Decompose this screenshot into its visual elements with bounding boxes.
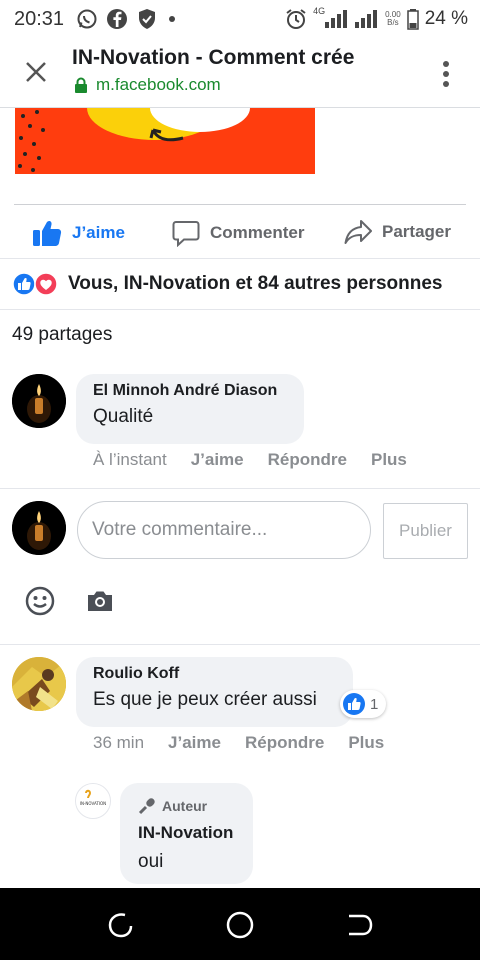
in-novation-logo-text: IN-NOVATION: [80, 801, 106, 806]
status-time: 20:31: [14, 7, 65, 30]
divider: [0, 488, 480, 489]
share-button[interactable]: Partager: [344, 219, 451, 245]
reaction-count: 1: [370, 695, 379, 713]
composer-avatar: [12, 501, 66, 555]
author-badge: Auteur: [138, 797, 235, 815]
divider: [0, 644, 480, 645]
shares-count[interactable]: 49 partages: [12, 324, 112, 346]
comment-icon: [172, 221, 200, 247]
post-image[interactable]: [15, 108, 315, 174]
more-vert-icon[interactable]: [442, 60, 450, 88]
battery-percentage: 24 %: [424, 8, 468, 29]
comment-button[interactable]: Commenter: [172, 219, 304, 247]
url-bar[interactable]: m.facebook.com: [74, 75, 221, 95]
comment-reaction-count[interactable]: 1: [340, 690, 387, 718]
home-icon[interactable]: [225, 910, 255, 940]
comment-reply-button[interactable]: Répondre: [245, 733, 324, 753]
emoji-icon[interactable]: [25, 586, 55, 616]
reply-text: oui: [138, 851, 164, 872]
author-badge-label: Auteur: [162, 798, 208, 814]
avatar[interactable]: [12, 657, 66, 711]
reply-bubble: Auteur IN-Novation oui: [120, 783, 253, 884]
signal-strength-icon: [325, 10, 348, 28]
candle-avatar-image: [12, 374, 66, 428]
comment-time[interactable]: À l’instant: [93, 450, 167, 470]
comment-bubble: El Minnoh André Diason Qualité: [76, 374, 304, 444]
comment-text: Es que je peux créer aussi: [93, 689, 317, 710]
dot-icon: [169, 16, 176, 22]
comment-more-button[interactable]: Plus: [348, 733, 384, 753]
like-button[interactable]: J’aime: [32, 219, 125, 247]
like-label: J’aime: [72, 223, 125, 242]
navigation-bar: [0, 888, 480, 960]
post-action-bar: J’aime Commenter Partager: [14, 204, 466, 258]
like-reaction-icon: [343, 693, 365, 715]
candle-avatar-image: [12, 501, 66, 555]
share-label: Partager: [382, 222, 451, 241]
network-type: 4G: [313, 6, 348, 30]
close-icon[interactable]: [22, 58, 50, 86]
signal-strength-icon-2: [355, 10, 378, 28]
status-bar: 20:31 4G 0.00 B/s 24 %: [0, 0, 480, 38]
back-icon[interactable]: [345, 910, 375, 940]
recent-apps-icon[interactable]: [105, 910, 135, 940]
comment-author[interactable]: El Minnoh André Diason: [93, 382, 287, 400]
lock-icon: [75, 77, 87, 93]
shield-check-icon: [139, 9, 156, 29]
url-text: m.facebook.com: [96, 75, 221, 94]
data-rate-unit: B/s: [387, 18, 399, 27]
camera-icon[interactable]: [85, 586, 115, 616]
reply-author[interactable]: IN-Novation: [138, 823, 235, 843]
comment-author[interactable]: Roulio Koff: [93, 665, 336, 683]
comment-more-button[interactable]: Plus: [371, 450, 407, 470]
alarm-icon: [286, 9, 306, 29]
comment-label: Commenter: [210, 223, 305, 242]
comment-text: Qualité: [93, 406, 154, 427]
data-rate: 0.00 B/s: [385, 11, 401, 27]
avatar[interactable]: [12, 374, 66, 428]
comment-like-button[interactable]: J’aime: [191, 450, 244, 470]
comment-meta: 36 min J’aime Répondre Plus: [93, 733, 384, 753]
share-icon: [344, 220, 372, 244]
comment-meta: À l’instant J’aime Répondre Plus: [93, 450, 407, 470]
comment-bubble: Roulio Koff Es que je peux créer aussi: [76, 657, 353, 727]
browser-header: IN-Novation - Comment crée m.facebook.co…: [0, 38, 480, 108]
reactions-text: Vous, IN-Novation et 84 autres personnes: [68, 273, 443, 294]
reaction-icons: [12, 272, 64, 296]
comment-input-placeholder: Votre commentaire...: [92, 519, 268, 540]
page-avatar[interactable]: IN-NOVATION: [75, 783, 111, 819]
microphone-icon: [138, 798, 155, 815]
facebook-notification-icon: [107, 9, 128, 29]
in-novation-logo: IN-NOVATION: [76, 784, 110, 818]
comment-like-button[interactable]: J’aime: [168, 733, 221, 753]
post-image-art: [15, 108, 315, 174]
page-title: IN-Novation - Comment crée: [72, 46, 355, 69]
comment-time[interactable]: 36 min: [93, 733, 144, 753]
like-reaction-icon: [12, 272, 36, 296]
thumbs-up-icon: [33, 220, 62, 246]
reactions-summary[interactable]: Vous, IN-Novation et 84 autres personnes: [0, 258, 480, 310]
whatsapp-icon: [77, 9, 97, 29]
battery-icon: [406, 9, 419, 30]
publish-button[interactable]: Publier: [383, 503, 468, 559]
user-avatar-image: [12, 657, 66, 711]
notification-icons: [76, 8, 178, 30]
love-reaction-icon: [34, 272, 58, 296]
comment-input[interactable]: Votre commentaire...: [77, 501, 371, 559]
comment-reply-button[interactable]: Répondre: [268, 450, 347, 470]
